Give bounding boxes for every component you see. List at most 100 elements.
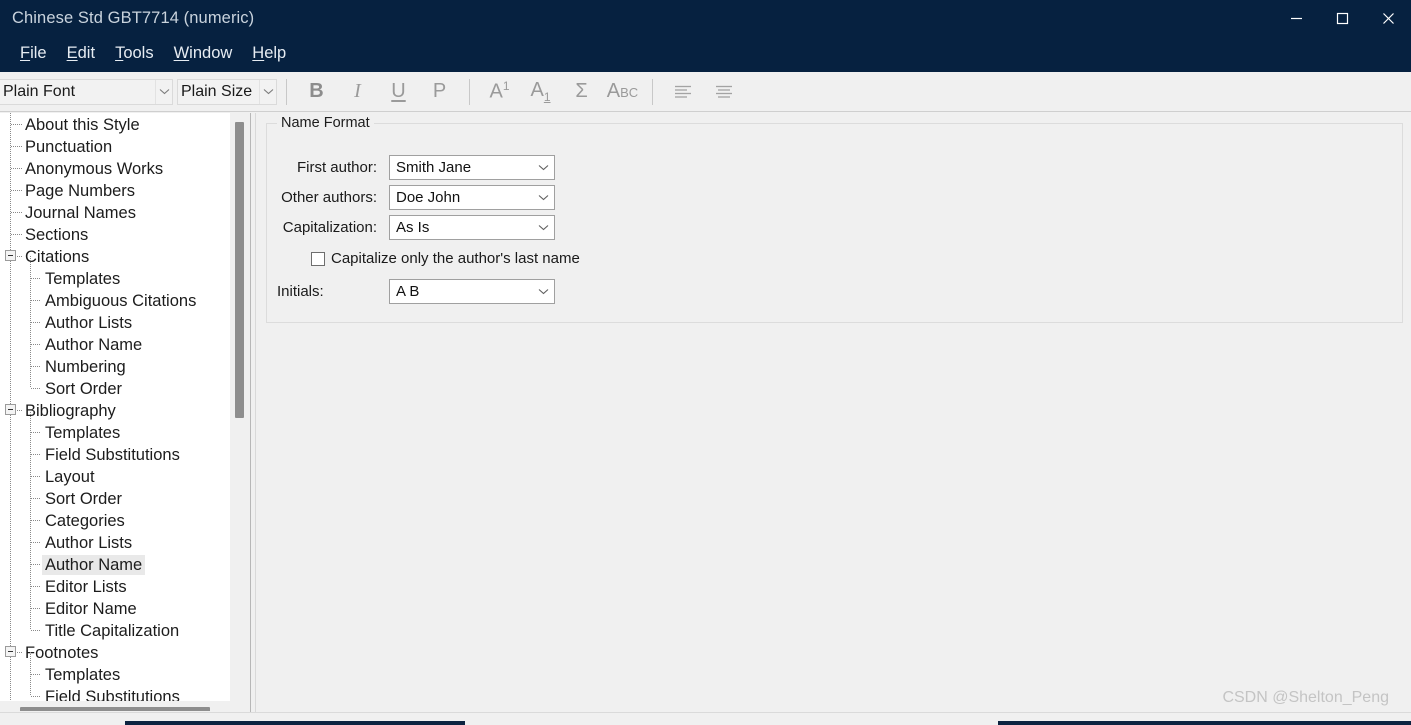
tree-item-label: Layout — [45, 468, 95, 486]
menu-edit[interactable]: Edit — [57, 42, 105, 66]
tree-item-label: Page Numbers — [25, 182, 136, 200]
tree-item-editor-lists[interactable]: Editor Lists — [0, 576, 230, 598]
tree-item-author-lists[interactable]: Author Lists — [0, 312, 230, 334]
capitalize-last-name-checkbox[interactable] — [311, 251, 325, 266]
style-tree[interactable]: About this Style Punctuation Anonymous Wor… — [0, 113, 230, 701]
tree-item-label: Punctuation — [25, 138, 113, 156]
tree-item-label: Author Lists — [45, 314, 133, 332]
tree-item-title-capitalization[interactable]: Title Capitalization — [0, 620, 230, 642]
align-left-icon — [674, 85, 691, 98]
first-author-label: First author: — [296, 159, 377, 176]
tree-item-label: Anonymous Works — [25, 160, 164, 178]
menu-window[interactable]: Window — [164, 42, 243, 66]
plain-size-combo[interactable]: Plain Size — [177, 78, 277, 105]
tree-connector-line — [11, 234, 22, 235]
tree-item-field-substitutions[interactable]: Field Substitutions — [0, 444, 230, 466]
close-button[interactable] — [1365, 0, 1411, 36]
small-caps-button[interactable]: ABC — [602, 76, 643, 108]
chevron-down-icon — [259, 79, 276, 104]
capitalization-select[interactable]: As Is — [389, 215, 555, 240]
superscript-icon: A1 — [489, 79, 510, 103]
bold-button[interactable]: B — [296, 76, 337, 108]
capitalization-label: Capitalization: — [282, 219, 377, 236]
capitalization-value: As Is — [396, 219, 430, 236]
window-title: Chinese Std GBT7714 (numeric) — [12, 8, 255, 27]
other-authors-value: Doe John — [396, 189, 461, 206]
align-center-button[interactable] — [703, 76, 744, 108]
tree-item-sections[interactable]: Sections — [0, 224, 230, 246]
tree-item-footnotes[interactable]: Footnotes — [0, 642, 230, 664]
tree-item-ambiguous-citations[interactable]: Ambiguous Citations — [0, 290, 230, 312]
capitalize-last-name-label: Capitalize only the author's last name — [331, 250, 580, 267]
watermark: CSDN @Shelton_Peng — [1222, 689, 1389, 706]
menu-help-rest: elp — [264, 44, 287, 62]
first-author-select[interactable]: Smith Jane — [389, 155, 555, 180]
italic-button[interactable]: I — [337, 76, 378, 108]
tree-item-label: Journal Names — [25, 204, 136, 222]
initials-select[interactable]: A B — [389, 279, 555, 304]
menu-tools[interactable]: Tools — [105, 42, 164, 66]
tree-item-anonymous-works[interactable]: Anonymous Works — [0, 158, 230, 180]
style-tree-panel: About this Style Punctuation Anonymous Wor… — [0, 113, 248, 711]
tree-item-about-this-style[interactable]: About this Style — [0, 114, 230, 136]
tree-vertical-scroll-thumb[interactable] — [235, 122, 244, 418]
tree-item-journal-names[interactable]: Journal Names — [0, 202, 230, 224]
capitalization-row: Capitalization: As Is — [277, 215, 555, 240]
tree-item-numbering[interactable]: Numbering — [0, 356, 230, 378]
tree-item-punctuation[interactable]: Punctuation — [0, 136, 230, 158]
tree-item-layout[interactable]: Layout — [0, 466, 230, 488]
align-center-icon — [715, 85, 732, 98]
menu-file[interactable]: File — [10, 42, 57, 66]
minimize-button[interactable] — [1273, 0, 1319, 36]
plain-button[interactable]: P — [419, 76, 460, 108]
tree-item-label: Author Lists — [45, 534, 133, 552]
menu-edit-accel: E — [66, 44, 78, 62]
small-caps-icon: ABC — [606, 80, 639, 102]
tree-item-editor-name[interactable]: Editor Name — [0, 598, 230, 620]
tree-item-sort-order[interactable]: Sort Order — [0, 488, 230, 510]
maximize-button[interactable] — [1319, 0, 1365, 36]
tree-connector-line — [31, 696, 41, 697]
symbol-button[interactable]: Σ — [561, 76, 602, 108]
tree-connector-line — [30, 652, 31, 696]
tree-item-page-numbers[interactable]: Page Numbers — [0, 180, 230, 202]
tree-item-templates[interactable]: Templates — [0, 422, 230, 444]
menu-help[interactable]: Help — [242, 42, 296, 66]
tree-item-field-substitutions[interactable]: Field Substitutions — [0, 686, 230, 701]
tree-item-templates[interactable]: Templates — [0, 664, 230, 686]
tree-item-author-lists[interactable]: Author Lists — [0, 532, 230, 554]
tree-item-citations[interactable]: Citations — [0, 246, 230, 268]
tree-collapse-toggle[interactable] — [5, 646, 16, 657]
tree-item-author-name[interactable]: Author Name — [0, 334, 230, 356]
tree-vertical-scrollbar[interactable] — [231, 113, 248, 701]
tree-item-templates[interactable]: Templates — [0, 268, 230, 290]
tree-item-sort-order[interactable]: Sort Order — [0, 378, 230, 400]
panel-splitter[interactable] — [250, 113, 256, 713]
tree-collapse-toggle[interactable] — [5, 404, 16, 415]
tree-horizontal-scrollbar[interactable] — [0, 703, 248, 711]
tree-item-label: Author Name — [42, 555, 146, 575]
initials-row: Initials: A B — [277, 279, 555, 304]
tree-item-author-name[interactable]: Author Name — [0, 554, 230, 576]
menu-edit-rest: dit — [77, 44, 96, 62]
underline-icon: U — [391, 80, 406, 102]
menu-window-rest: indow — [189, 44, 233, 62]
tree-collapse-toggle[interactable] — [5, 250, 16, 261]
other-authors-select[interactable]: Doe John — [389, 185, 555, 210]
tree-item-label: Templates — [45, 666, 121, 684]
tree-item-bibliography[interactable]: Bibliography — [0, 400, 230, 422]
underline-button[interactable]: U — [378, 76, 419, 108]
tree-item-label: Sort Order — [45, 490, 123, 508]
superscript-button[interactable]: A1 — [479, 76, 520, 108]
tree-connector-line — [31, 454, 41, 455]
tree-horizontal-scroll-thumb[interactable] — [20, 707, 210, 711]
formatting-toolbar: Plain Font Plain Size B I U P A1 A1 Σ AB… — [0, 72, 1411, 112]
menu-window-accel: W — [173, 44, 190, 62]
tree-item-categories[interactable]: Categories — [0, 510, 230, 532]
capitalize-last-name-checkbox-row[interactable]: Capitalize only the author's last name — [311, 250, 580, 267]
subscript-button[interactable]: A1 — [520, 76, 561, 108]
chevron-down-icon — [532, 280, 554, 303]
tree-item-label: Ambiguous Citations — [45, 292, 197, 310]
align-left-button[interactable] — [662, 76, 703, 108]
plain-font-combo[interactable]: Plain Font — [0, 78, 173, 105]
